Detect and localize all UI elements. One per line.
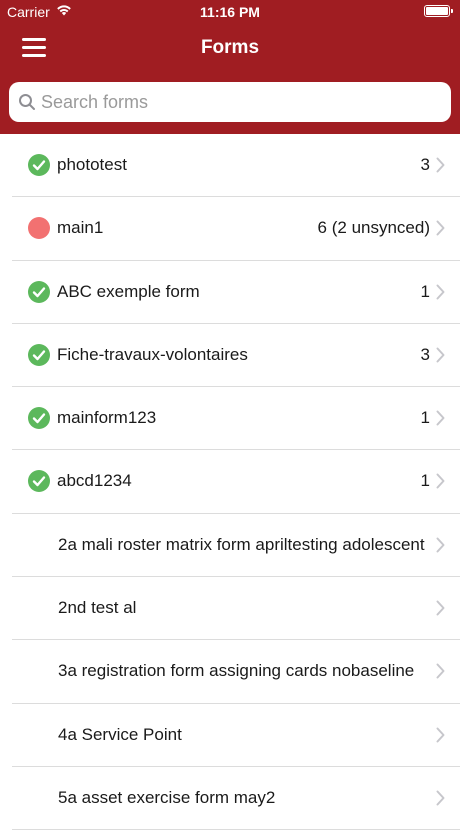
form-submission-count: 1 bbox=[420, 408, 430, 428]
form-name: phototest bbox=[57, 155, 127, 174]
form-name: 3a registration form assigning cards nob… bbox=[58, 661, 415, 681]
synced-check-icon bbox=[28, 470, 50, 493]
clock-time: 11:16 PM bbox=[200, 4, 260, 20]
form-submission-count: 6 (2 unsynced) bbox=[317, 218, 430, 238]
chevron-right-icon bbox=[436, 727, 445, 743]
search-bar[interactable] bbox=[9, 82, 451, 122]
battery-icon bbox=[424, 5, 453, 17]
form-submission-count: 1 bbox=[420, 471, 430, 491]
navigation-bar: Forms bbox=[0, 24, 460, 71]
form-name: Fiche-travaux-volontaires bbox=[57, 344, 248, 364]
unsynced-dot-icon bbox=[28, 217, 50, 240]
chevron-right-icon bbox=[436, 473, 445, 489]
form-name: 2nd test al bbox=[58, 598, 137, 618]
synced-check-icon bbox=[28, 154, 50, 176]
form-row[interactable]: phototest 3 bbox=[0, 134, 460, 198]
form-name: 4a Service Point bbox=[58, 724, 182, 744]
search-input[interactable] bbox=[41, 82, 441, 122]
form-name: 2a mali roster matrix form apriltesting … bbox=[58, 534, 425, 554]
form-submission-count: 3 bbox=[420, 155, 430, 174]
form-row[interactable]: 4a Service Point bbox=[0, 704, 460, 768]
form-row[interactable]: 3a registration form assigning cards nob… bbox=[0, 640, 460, 704]
form-row[interactable]: Fiche-travaux-volontaires 3 bbox=[0, 324, 460, 388]
synced-check-icon bbox=[28, 280, 50, 303]
form-name: main1 bbox=[57, 218, 104, 238]
form-row[interactable]: ABC exemple form 1 bbox=[0, 261, 460, 325]
chevron-right-icon bbox=[436, 410, 445, 426]
search-area bbox=[0, 71, 460, 134]
form-submission-count: 3 bbox=[420, 344, 430, 364]
search-icon bbox=[19, 94, 35, 110]
form-row[interactable]: 2a mali roster matrix form apriltesting … bbox=[0, 514, 460, 578]
chevron-right-icon bbox=[436, 663, 445, 679]
status-bar: Carrier 11:16 PM bbox=[0, 0, 460, 24]
chevron-right-icon bbox=[436, 157, 445, 173]
form-row[interactable]: main1 6 (2 unsynced) bbox=[0, 197, 460, 261]
form-name: mainform123 bbox=[57, 408, 157, 428]
form-submission-count: 1 bbox=[420, 281, 430, 301]
page-title: Forms bbox=[200, 37, 260, 58]
form-name: 5a asset exercise form may2 bbox=[58, 787, 276, 807]
chevron-right-icon bbox=[436, 600, 445, 616]
form-row[interactable]: 5a asset exercise form may2 bbox=[0, 767, 460, 830]
chevron-right-icon bbox=[436, 220, 445, 236]
form-row[interactable]: 2nd test al bbox=[0, 577, 460, 641]
chevron-right-icon bbox=[436, 537, 445, 553]
chevron-right-icon bbox=[436, 347, 445, 363]
synced-check-icon bbox=[28, 407, 50, 430]
synced-check-icon bbox=[28, 343, 50, 366]
form-row[interactable]: abcd1234 1 bbox=[0, 450, 460, 515]
chevron-right-icon bbox=[436, 790, 445, 806]
forms-list: phototest 3 main1 6 (2 unsynced) ABC exemple… bbox=[0, 134, 460, 830]
chevron-right-icon bbox=[436, 284, 445, 300]
form-row[interactable]: mainform123 1 bbox=[0, 387, 460, 451]
form-name: ABC exemple form bbox=[57, 281, 200, 301]
form-name: abcd1234 bbox=[57, 471, 132, 491]
